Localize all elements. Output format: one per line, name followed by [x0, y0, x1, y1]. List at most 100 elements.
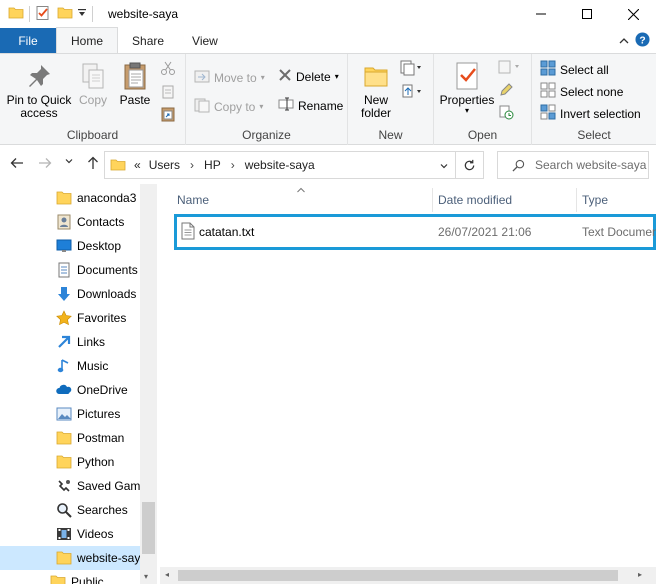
address-row: « Users › HP › website-saya Search websi… — [0, 146, 656, 184]
new-item-button[interactable] — [400, 60, 422, 79]
downloads-icon — [56, 286, 72, 302]
new-folder-icon — [360, 60, 392, 92]
copy-button[interactable]: Copy — [76, 60, 110, 107]
scissors-icon — [160, 60, 176, 79]
delete-label: Delete — [296, 69, 331, 84]
scroll-left-icon[interactable]: ◂ — [165, 570, 169, 579]
nav-item-anaconda3[interactable]: anaconda3 — [0, 186, 140, 210]
edit-button[interactable] — [498, 82, 514, 101]
breadcrumb-hp[interactable]: HP — [204, 158, 221, 172]
nav-item-documents[interactable]: Documents — [0, 258, 140, 282]
nav-item-label: Saved Games — [77, 479, 140, 493]
column-header-type[interactable]: Type — [582, 188, 608, 212]
breadcrumb-users[interactable]: Users — [149, 158, 180, 172]
table-row[interactable]: catatan.txt 26/07/2021 21:06 Text Docume… — [174, 214, 656, 250]
scroll-right-icon[interactable]: ▸ — [638, 570, 642, 579]
nav-item-favorites[interactable]: Favorites — [0, 306, 140, 330]
tab-view[interactable]: View — [178, 28, 232, 54]
copy-path-button[interactable] — [160, 84, 176, 103]
nav-item-contacts[interactable]: Contacts — [0, 210, 140, 234]
collapse-ribbon-icon[interactable] — [619, 34, 629, 48]
scroll-down-icon[interactable]: ▾ — [144, 572, 148, 581]
nav-item-music[interactable]: Music — [0, 354, 140, 378]
folder-icon — [56, 454, 72, 470]
tab-file[interactable]: File — [0, 28, 56, 54]
breadcrumb-overflow[interactable]: « — [134, 158, 141, 172]
pictures-icon — [56, 406, 72, 422]
nav-scrollbar[interactable]: ▾ — [140, 184, 157, 584]
invert-selection-button[interactable]: Invert selection — [540, 104, 641, 123]
properties-qat-button[interactable] — [35, 5, 51, 24]
nav-item-saved-games[interactable]: Saved Games — [0, 474, 140, 498]
forward-button[interactable] — [38, 156, 52, 170]
nav-item-downloads[interactable]: Downloads — [0, 282, 140, 306]
folder-icon — [110, 157, 126, 173]
cut-button[interactable] — [160, 60, 176, 79]
nav-item-label: Documents — [77, 263, 138, 277]
delete-button[interactable]: Delete ▾ — [278, 68, 339, 85]
select-none-icon — [540, 82, 556, 101]
move-to-label: Move to — [214, 70, 257, 85]
nav-item-python[interactable]: Python — [0, 450, 140, 474]
paste-shortcut-button[interactable] — [160, 106, 176, 125]
paste-label: Paste — [119, 93, 151, 107]
open-group: Properties ▾ Open — [434, 54, 532, 145]
customize-qat-dropdown[interactable] — [77, 7, 87, 21]
search-placeholder: Search website-saya — [535, 158, 647, 172]
new-folder-button[interactable]: New folder — [354, 60, 398, 120]
address-bar[interactable]: « Users › HP › website-saya — [104, 151, 484, 179]
file-date: 26/07/2021 21:06 — [438, 225, 532, 239]
nav-item-onedrive[interactable]: OneDrive — [0, 378, 140, 402]
select-none-button[interactable]: Select none — [540, 82, 623, 101]
up-button[interactable] — [86, 156, 100, 170]
select-all-button[interactable]: Select all — [540, 60, 609, 79]
organize-group-label: Organize — [242, 128, 291, 142]
forward-arrow-icon — [39, 158, 52, 168]
nav-item-postman[interactable]: Postman — [0, 426, 140, 450]
history-button[interactable] — [498, 104, 514, 123]
nav-item-website-saya[interactable]: website-saya — [0, 546, 140, 570]
nav-item-videos[interactable]: Videos — [0, 522, 140, 546]
tab-share[interactable]: Share — [118, 28, 178, 54]
move-to-button[interactable]: Move to ▾ — [194, 68, 265, 87]
pin-to-quick-access-button[interactable]: Pin to Quick access — [4, 60, 74, 120]
properties-button[interactable]: Properties ▾ — [438, 60, 496, 115]
refresh-button[interactable] — [455, 152, 483, 178]
address-dropdown-button[interactable] — [439, 160, 449, 174]
back-button[interactable] — [10, 156, 24, 170]
nav-scrollbar-thumb[interactable] — [142, 502, 155, 554]
nav-item-label: Desktop — [77, 239, 122, 253]
file-type: Text Document — [582, 225, 656, 239]
help-icon[interactable]: ? — [635, 32, 650, 50]
horizontal-scrollbar-thumb[interactable] — [178, 570, 618, 581]
nav-item-desktop[interactable]: Desktop — [0, 234, 140, 258]
nav-item-label: Videos — [77, 527, 114, 541]
maximize-button[interactable] — [564, 0, 610, 28]
paste-button[interactable]: Paste — [116, 60, 154, 107]
column-header-date[interactable]: Date modified — [438, 188, 512, 212]
open-button[interactable] — [498, 60, 520, 77]
breadcrumb-website-saya[interactable]: website-saya — [245, 158, 315, 172]
search-input[interactable]: Search website-saya — [497, 151, 649, 179]
nav-item-searches[interactable]: Searches — [0, 498, 140, 522]
easy-access-button[interactable] — [400, 84, 422, 103]
nav-item-label: OneDrive — [77, 383, 128, 397]
nav-item-public[interactable]: Public — [0, 570, 140, 584]
new-folder-qat-button[interactable] — [57, 5, 73, 24]
copy-to-button[interactable]: Copy to ▾ — [194, 97, 263, 116]
minimize-button[interactable] — [518, 0, 564, 28]
tab-home[interactable]: Home — [56, 27, 119, 54]
rename-button[interactable]: Rename — [278, 97, 343, 114]
chevron-down-icon — [65, 159, 73, 164]
nav-item-pictures[interactable]: Pictures — [0, 402, 140, 426]
nav-item-label: Postman — [77, 431, 125, 445]
horizontal-scrollbar[interactable]: ◂ ▸ — [160, 567, 656, 584]
chevron-right-icon[interactable]: › — [190, 158, 194, 172]
close-button[interactable] — [610, 0, 656, 28]
recent-locations-button[interactable] — [64, 156, 74, 166]
nav-item-links[interactable]: Links — [0, 330, 140, 354]
file-name: catatan.txt — [199, 225, 255, 239]
chevron-right-icon[interactable]: › — [231, 158, 235, 172]
select-none-label: Select none — [560, 84, 624, 99]
column-header-name[interactable]: Name — [177, 188, 209, 212]
